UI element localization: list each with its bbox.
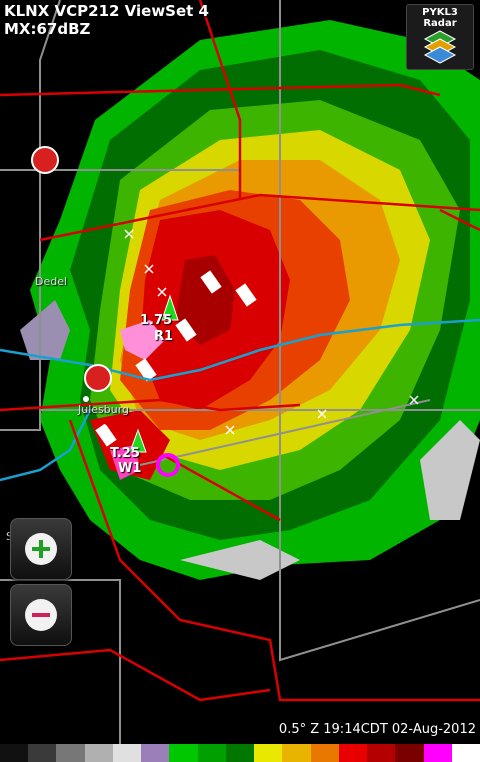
- storm-id-r1: R1: [154, 329, 174, 344]
- storm-id-w1: W1: [118, 461, 142, 476]
- legend-swatch: [0, 744, 30, 762]
- legend-swatch: [451, 744, 480, 762]
- legend-swatch: [141, 744, 171, 762]
- app-logo-button[interactable]: PYKL3 Radar: [406, 4, 474, 70]
- legend-swatch: [395, 744, 425, 762]
- layers-icon: [423, 30, 457, 64]
- plus-icon: [25, 533, 57, 565]
- scan-timestamp: 0.5° Z 19:14CDT 02-Aug-2012: [278, 722, 476, 737]
- radar-map[interactable]: [0, 0, 480, 762]
- legend-swatch: [338, 744, 369, 762]
- zoom-in-button[interactable]: [10, 518, 72, 580]
- place-label-julesburg: Julesburg: [78, 403, 130, 416]
- legend-swatch: [169, 744, 199, 762]
- legend-swatch: [225, 744, 256, 762]
- reflectivity-color-scale: [0, 744, 480, 762]
- legend-swatch: [254, 744, 284, 762]
- legend-swatch: [310, 744, 340, 762]
- legend-swatch: [56, 744, 86, 762]
- legend-swatch: [28, 744, 58, 762]
- place-label-dedel: Dedel: [35, 275, 68, 288]
- storm-hail-r1: 1.75: [140, 313, 173, 328]
- legend-swatch: [197, 744, 227, 762]
- legend-swatch: [84, 744, 114, 762]
- zoom-out-button[interactable]: [10, 584, 72, 646]
- legend-swatch: [112, 744, 143, 762]
- storm-hail-w1: T.25: [110, 446, 140, 461]
- max-reflectivity: MX:67dBZ: [4, 20, 91, 38]
- radar-title: KLNX VCP212 ViewSet 4: [4, 2, 209, 20]
- legend-swatch: [423, 744, 453, 762]
- legend-swatch: [367, 744, 397, 762]
- legend-swatch: [282, 744, 312, 762]
- minus-icon: [25, 599, 57, 631]
